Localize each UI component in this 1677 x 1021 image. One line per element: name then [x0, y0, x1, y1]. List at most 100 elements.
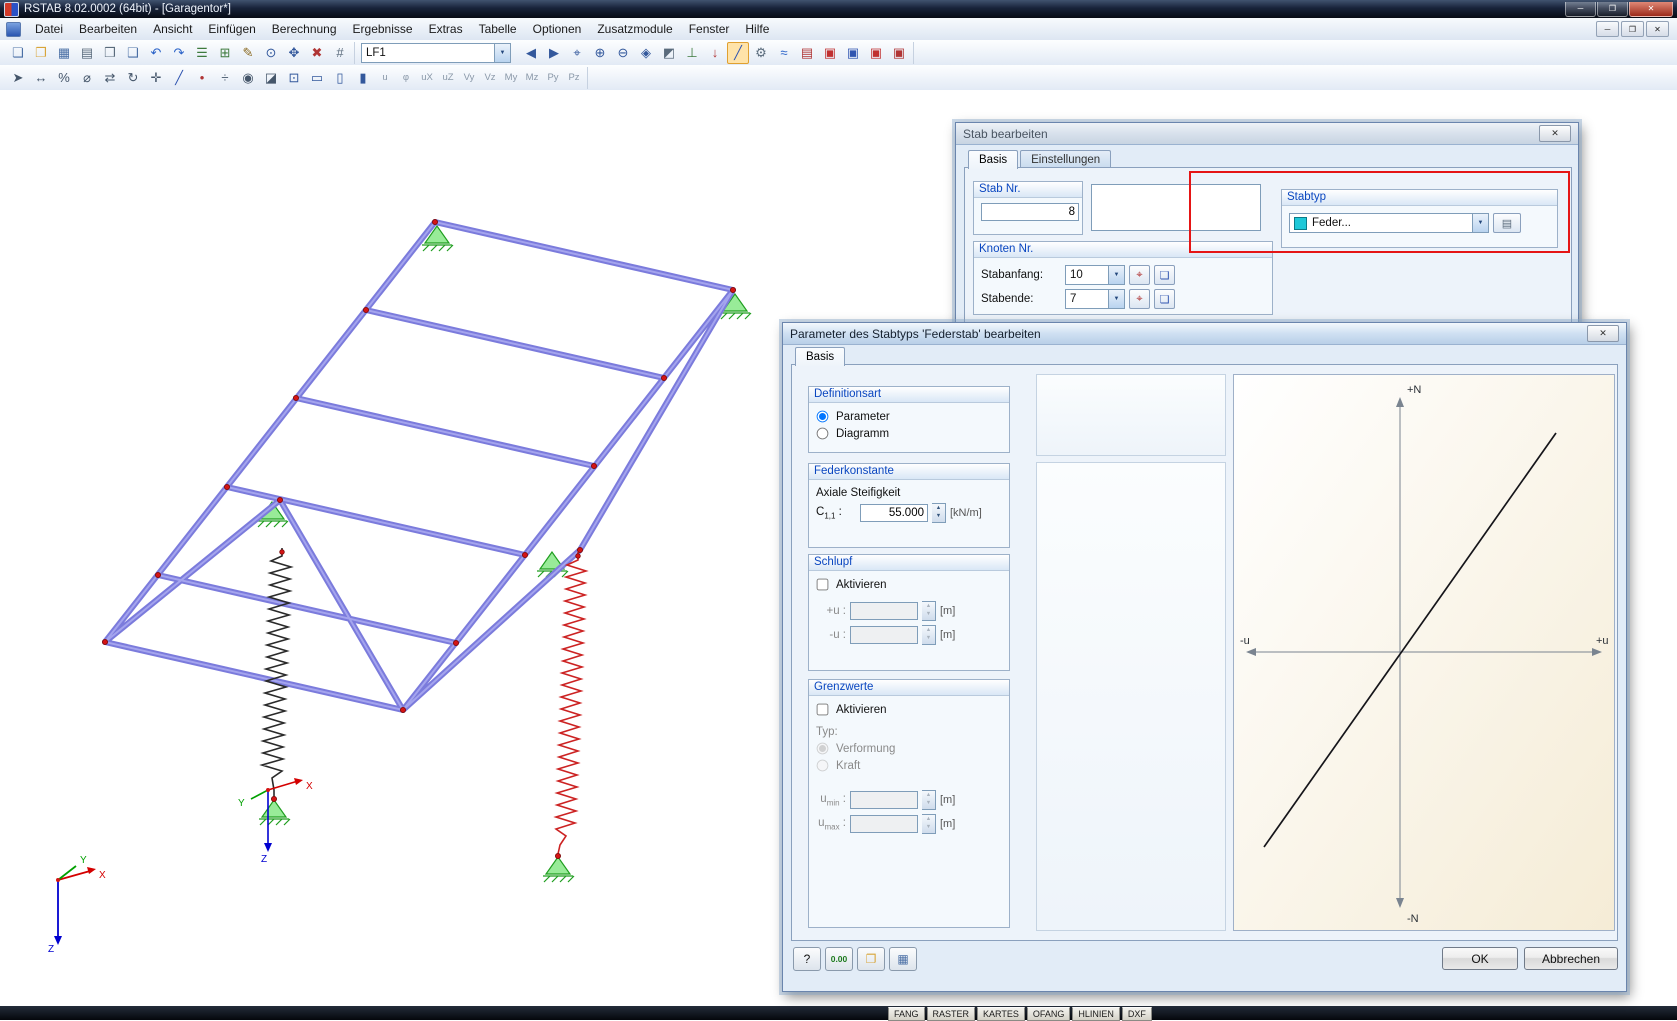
model-nodes[interactable] [102, 218, 737, 860]
minus-u-field[interactable] [850, 626, 918, 644]
cancel-button[interactable]: Abbrechen [1524, 947, 1618, 970]
find-node-icon[interactable]: ⌖ [566, 42, 588, 64]
units-settings-button[interactable]: 0.00 [825, 947, 853, 971]
menu-item[interactable]: Optionen [525, 19, 590, 39]
zoom-out-icon[interactable]: ⊖ [612, 42, 634, 64]
show-loads-icon[interactable]: ↓ [704, 42, 726, 64]
new-node-button[interactable]: ❏ [1154, 265, 1175, 285]
undo-icon[interactable]: ↶ [145, 42, 167, 64]
loadcase-combobox[interactable]: LF1 ▼ [361, 42, 511, 63]
previous-loadcase-icon[interactable]: ◀ [520, 42, 542, 64]
dimension-icon[interactable]: ↔ [30, 67, 52, 89]
kraft-radio[interactable] [816, 759, 829, 772]
new-node-button[interactable]: ❏ [1154, 289, 1175, 309]
dialog-close-button[interactable]: ✕ [1539, 125, 1571, 142]
umin-spinner[interactable]: ▲ ▼ [922, 790, 936, 810]
menu-item[interactable]: Datei [27, 19, 71, 39]
view-xz-icon[interactable]: ▯ [329, 67, 351, 89]
menu-item[interactable]: Fenster [681, 19, 738, 39]
result-vz-toggle[interactable]: Vz [480, 67, 500, 89]
snap-grid-icon[interactable]: # [329, 42, 351, 64]
stab-nr-field[interactable] [981, 203, 1079, 221]
tab-basis[interactable]: Basis [968, 150, 1019, 169]
umin-field[interactable] [850, 791, 918, 809]
dropdown-icon[interactable]: ▼ [1108, 290, 1124, 308]
copy-icon[interactable]: ❑ [122, 42, 144, 64]
print-preview-icon[interactable]: ❒ [99, 42, 121, 64]
divide-member-icon[interactable]: ÷ [214, 67, 236, 89]
minus-u-spinner[interactable]: ▲ ▼ [922, 625, 936, 645]
next-loadcase-icon[interactable]: ▶ [543, 42, 565, 64]
zoom-window-icon[interactable]: ⊙ [260, 42, 282, 64]
dialog-close-button[interactable]: ✕ [1587, 325, 1619, 342]
menu-item[interactable]: Bearbeiten [71, 19, 145, 39]
verformung-radio[interactable] [816, 742, 829, 755]
module-addon2-icon[interactable]: ▣ [842, 42, 864, 64]
umax-field[interactable] [850, 815, 918, 833]
menu-item[interactable]: Ergebnisse [345, 19, 421, 39]
result-phi-toggle[interactable]: φ [396, 67, 416, 89]
select-mode-icon[interactable]: ➤ [7, 67, 29, 89]
snap-toggle[interactable]: FANG [888, 1007, 925, 1021]
menu-item[interactable]: Hilfe [737, 19, 777, 39]
tab-basis[interactable]: Basis [795, 347, 846, 366]
module-addon1-icon[interactable]: ▣ [819, 42, 841, 64]
dialog-titlebar[interactable]: Parameter des Stabtyps 'Federstab' bearb… [783, 323, 1626, 345]
pan-view-icon[interactable]: ✥ [283, 42, 305, 64]
dropdown-icon[interactable]: ▼ [1108, 266, 1124, 284]
pick-node-button[interactable]: ⌖ [1129, 289, 1150, 309]
plus-u-field[interactable] [850, 602, 918, 620]
mdi-restore-button[interactable]: ❐ [1621, 21, 1644, 37]
menu-item[interactable]: Zusatzmodule [589, 19, 680, 39]
load-parameters-button[interactable]: ❐ [857, 947, 885, 971]
partial-view-icon[interactable]: ◪ [260, 67, 282, 89]
show-supports-icon[interactable]: ⊥ [681, 42, 703, 64]
pick-node-button[interactable]: ⌖ [1129, 265, 1150, 285]
move-icon[interactable]: ✛ [145, 67, 167, 89]
mdi-close-button[interactable]: ✕ [1646, 21, 1669, 37]
percent-snap-icon[interactable]: % [53, 67, 75, 89]
save-icon[interactable]: ▦ [53, 42, 75, 64]
tab-einstellungen[interactable]: Einstellungen [1020, 150, 1112, 168]
redo-icon[interactable]: ↷ [168, 42, 190, 64]
umax-spinner[interactable]: ▲ ▼ [922, 814, 936, 834]
spring-member-black[interactable] [259, 548, 294, 799]
parameter-radio[interactable] [816, 410, 829, 423]
export-pdf-icon[interactable]: ▣ [888, 42, 910, 64]
context-help-button[interactable]: ? [793, 947, 821, 971]
edit-pen-icon[interactable]: ✎ [237, 42, 259, 64]
view-yz-icon[interactable]: ▮ [352, 67, 374, 89]
measure-icon[interactable]: ⌀ [76, 67, 98, 89]
zoom-full-icon[interactable]: ⊡ [283, 67, 305, 89]
open-file-icon[interactable]: ❐ [30, 42, 52, 64]
edit-member-type-button[interactable]: ▤ [1493, 213, 1521, 233]
menu-item[interactable]: Ansicht [145, 19, 200, 39]
rotate-icon[interactable]: ↻ [122, 67, 144, 89]
snap-toggle[interactable]: KARTES [977, 1007, 1025, 1021]
document-icon[interactable] [6, 21, 21, 37]
grenzwerte-aktivieren-checkbox[interactable] [816, 703, 829, 716]
zoom-in-icon[interactable]: ⊕ [589, 42, 611, 64]
isometric-view-icon[interactable]: ◈ [635, 42, 657, 64]
dropdown-icon[interactable]: ▼ [1472, 214, 1488, 232]
ok-button[interactable]: OK [1442, 947, 1518, 970]
stiffness-spinner[interactable]: ▲ ▼ [932, 503, 946, 523]
save-parameters-button[interactable]: ▦ [889, 947, 917, 971]
schlupf-aktivieren-checkbox[interactable] [816, 578, 829, 591]
spring-member-red[interactable] [553, 552, 589, 855]
show-results-icon[interactable]: ≈ [773, 42, 795, 64]
result-py-toggle[interactable]: Py [543, 67, 563, 89]
printout-report-icon[interactable]: ▤ [796, 42, 818, 64]
tables-icon[interactable]: ⊞ [214, 42, 236, 64]
delete-icon[interactable]: ✖ [306, 42, 328, 64]
print-icon[interactable]: ▤ [76, 42, 98, 64]
module-addon3-icon[interactable]: ▣ [865, 42, 887, 64]
visibility-icon[interactable]: ◉ [237, 67, 259, 89]
maximize-button[interactable]: ❐ [1597, 1, 1628, 17]
result-my-toggle[interactable]: My [501, 67, 521, 89]
result-vy-toggle[interactable]: Vy [459, 67, 479, 89]
menu-item[interactable]: Tabelle [471, 19, 525, 39]
close-button[interactable]: ✕ [1629, 1, 1673, 17]
menu-item[interactable]: Extras [421, 19, 471, 39]
result-ux-toggle[interactable]: uX [417, 67, 437, 89]
